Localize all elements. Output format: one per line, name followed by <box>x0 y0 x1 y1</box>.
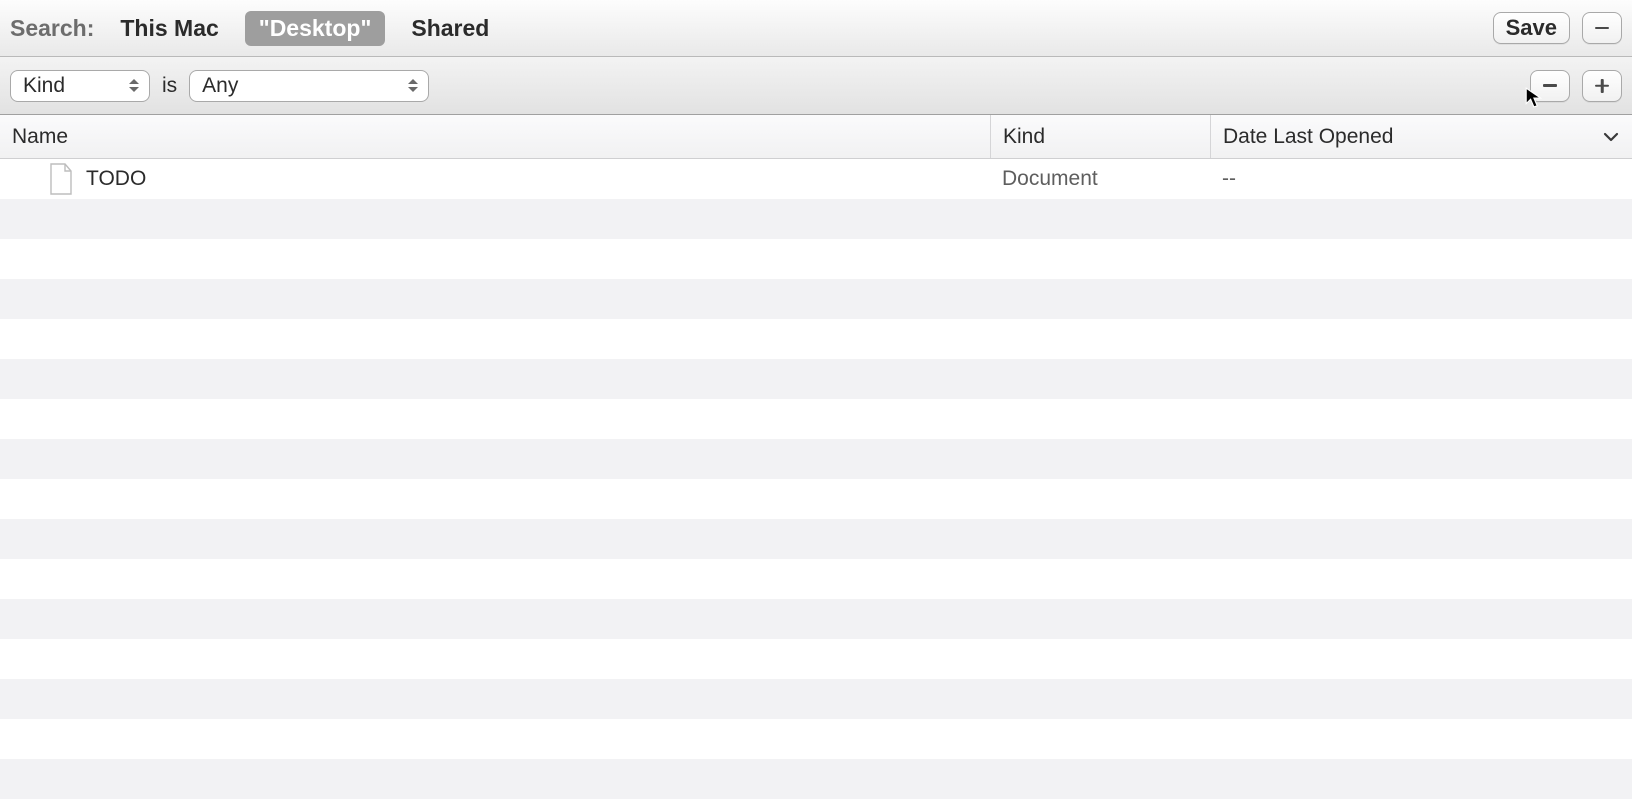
column-header-name-label: Name <box>12 125 68 149</box>
minus-icon <box>1543 84 1557 87</box>
column-header-name[interactable]: Name <box>0 115 990 158</box>
plus-icon <box>1595 79 1609 93</box>
cell-kind: Document <box>990 159 1210 199</box>
table-row <box>0 719 1632 759</box>
table-row <box>0 479 1632 519</box>
search-criteria-row: Kind is Any <box>0 57 1632 115</box>
table-row <box>0 639 1632 679</box>
table-row[interactable]: TODO Document-- <box>0 159 1632 199</box>
cell-date: -- <box>1210 159 1632 199</box>
criteria-attribute-popup[interactable]: Kind <box>10 70 150 102</box>
table-row <box>0 279 1632 319</box>
table-row <box>0 239 1632 279</box>
updown-icon <box>406 79 420 92</box>
updown-icon <box>127 79 141 92</box>
minus-icon <box>1595 27 1609 30</box>
table-row <box>0 759 1632 799</box>
column-header-kind-label: Kind <box>1003 125 1045 149</box>
collapse-search-button[interactable] <box>1582 12 1622 44</box>
table-row <box>0 679 1632 719</box>
chevron-down-icon <box>1602 128 1620 146</box>
save-search-button[interactable]: Save <box>1493 12 1570 44</box>
column-header-date-label: Date Last Opened <box>1223 125 1393 149</box>
table-row <box>0 199 1632 239</box>
table-row <box>0 599 1632 639</box>
criteria-attribute-label: Kind <box>23 74 65 98</box>
scope-tab-shared[interactable]: Shared <box>397 11 503 46</box>
search-scope-bar: Search: This Mac "Desktop" Shared Save <box>0 0 1632 57</box>
results-list: TODO Document-- <box>0 159 1632 799</box>
remove-criteria-button[interactable] <box>1530 70 1570 102</box>
criteria-value-popup[interactable]: Any <box>189 70 429 102</box>
table-row <box>0 399 1632 439</box>
table-row <box>0 319 1632 359</box>
file-name: TODO <box>86 167 146 191</box>
save-button-label: Save <box>1506 15 1557 41</box>
criteria-operator-label: is <box>162 74 177 98</box>
document-icon <box>48 163 74 195</box>
add-criteria-button[interactable] <box>1582 70 1622 102</box>
criteria-value-label: Any <box>202 74 238 98</box>
table-row <box>0 359 1632 399</box>
table-row <box>0 519 1632 559</box>
search-label: Search: <box>10 15 94 42</box>
scope-tab-desktop[interactable]: "Desktop" <box>245 11 386 46</box>
table-row <box>0 559 1632 599</box>
table-row <box>0 439 1632 479</box>
column-header-kind[interactable]: Kind <box>990 115 1210 158</box>
column-header-date[interactable]: Date Last Opened <box>1210 115 1632 158</box>
cell-name: TODO <box>0 159 990 199</box>
scope-tab-this-mac[interactable]: This Mac <box>106 11 232 46</box>
column-header-row: Name Kind Date Last Opened <box>0 115 1632 159</box>
